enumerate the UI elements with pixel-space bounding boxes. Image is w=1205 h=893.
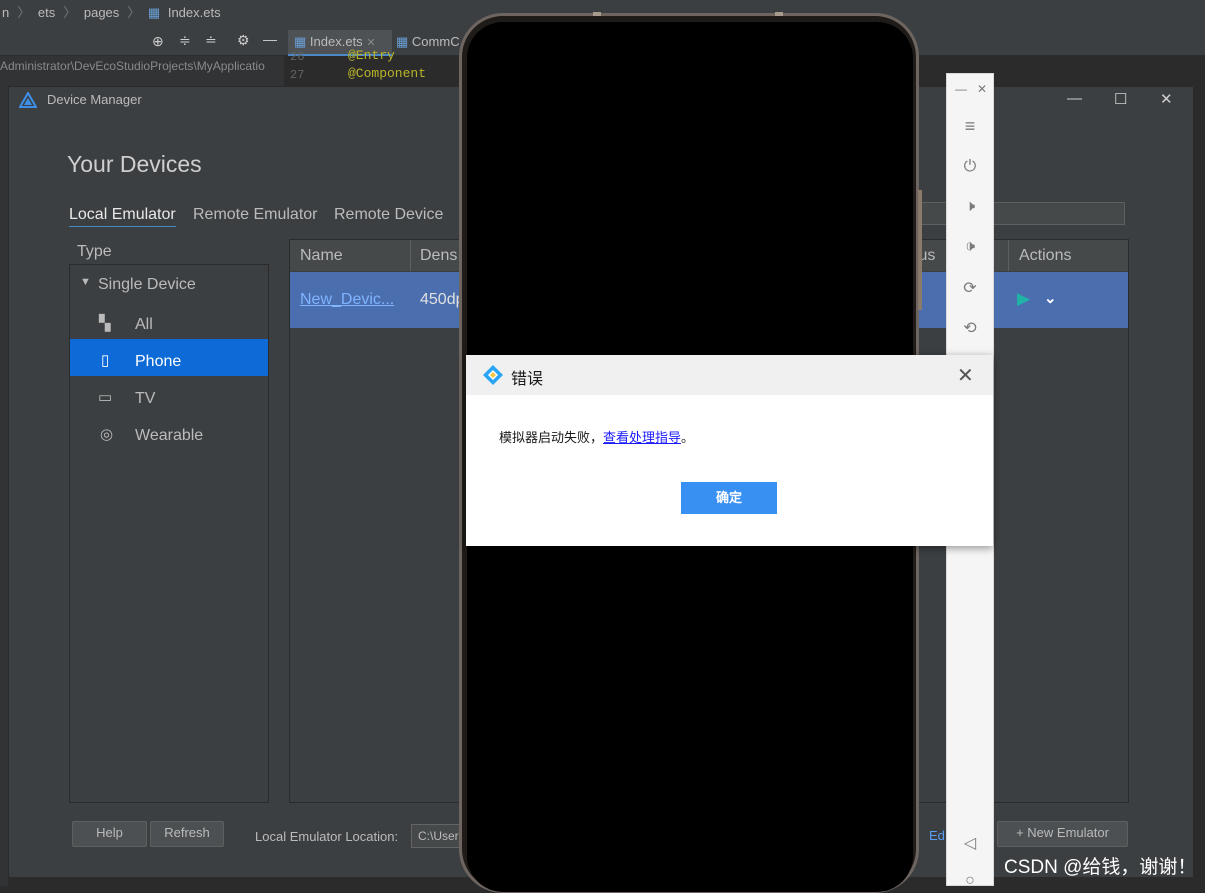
column-actions[interactable]: Actions — [1019, 240, 1071, 271]
watermark: CSDN @给钱，谢谢！ — [1004, 857, 1197, 878]
phone-icon: ▯ — [101, 352, 110, 369]
chevron-right-icon: 〉 — [127, 5, 141, 20]
refresh-button[interactable]: Refresh — [150, 821, 224, 847]
code-line: @Component — [348, 66, 427, 81]
close-icon[interactable]: ✕ — [970, 82, 994, 96]
rotate-left-icon[interactable]: ⟲ — [958, 318, 982, 338]
power-icon[interactable]: ⏻ — [958, 158, 982, 176]
deveco-logo-icon — [19, 92, 37, 108]
file-icon: ▦ — [147, 5, 161, 20]
ide-right-strip — [1194, 86, 1205, 886]
expand-icon[interactable]: ≑ — [179, 32, 191, 49]
tab-remote-emulator[interactable]: Remote Emulator — [193, 206, 318, 224]
file-icon: ▦ — [396, 34, 409, 49]
phone-side-button — [918, 190, 922, 310]
tree-item-all[interactable]: All — [135, 316, 153, 334]
app-logo-icon — [483, 365, 503, 385]
dialog-header — [466, 355, 993, 395]
menu-icon[interactable]: ≡ — [958, 116, 982, 137]
new-emulator-button[interactable]: + New Emulator — [997, 821, 1128, 847]
line-number: 27 — [290, 68, 305, 82]
watch-icon: ◎ — [100, 426, 114, 443]
phone-button — [775, 12, 783, 16]
close-icon[interactable]: ✕ — [957, 363, 974, 388]
volume-up-icon[interactable]: 🕨 — [958, 198, 982, 216]
volume-down-icon[interactable]: 🕩 — [958, 238, 982, 256]
column-divider — [410, 240, 411, 271]
tree-group-single-device[interactable]: Single Device — [98, 276, 196, 294]
line-number: 26 — [290, 50, 305, 64]
chevron-right-icon: 〉 — [17, 5, 31, 20]
tv-icon: ▭ — [98, 389, 113, 406]
column-density[interactable]: Dens — [420, 240, 457, 271]
device-density: 450dp — [420, 291, 465, 308]
collapse-icon[interactable]: ≐ — [205, 32, 217, 49]
tab-label: Index.ets — [309, 34, 363, 49]
location-label: Local Emulator Location: — [255, 829, 399, 844]
tree-item-wearable[interactable]: Wearable — [135, 427, 203, 445]
minimize-icon[interactable]: — — [1067, 90, 1082, 107]
tab-local-emulator[interactable]: Local Emulator — [69, 206, 176, 227]
dialog-title: 错误 — [511, 371, 544, 388]
type-header: Type — [69, 239, 269, 265]
column-divider — [1008, 240, 1009, 271]
home-icon[interactable]: ○ — [958, 872, 982, 890]
breadcrumb-item[interactable]: pages — [84, 5, 119, 20]
breadcrumb-item[interactable]: n — [2, 5, 9, 20]
path-text: Administrator\DevEcoStudioProjects\MyApp… — [0, 59, 265, 73]
breadcrumb-item[interactable]: Index.ets — [168, 5, 221, 20]
ide-left-strip — [0, 86, 8, 886]
page-title: Your Devices — [67, 151, 202, 177]
code-line: @Entry — [348, 48, 395, 63]
message-end: 。 — [681, 430, 695, 445]
minimize-panel-icon[interactable]: — — [263, 31, 277, 47]
close-icon[interactable]: ✕ — [1160, 90, 1173, 108]
tab-remote-device[interactable]: Remote Device — [334, 206, 443, 224]
back-icon[interactable]: ◁ — [958, 833, 982, 853]
ok-button[interactable]: 确定 — [681, 482, 777, 514]
phone-button — [593, 12, 601, 16]
file-icon: ▦ — [294, 34, 307, 49]
tab-commc[interactable]: ▦ CommC — [390, 30, 468, 54]
project-path: Administrator\DevEcoStudioProjects\MyApp… — [0, 56, 284, 86]
column-name[interactable]: Name — [300, 240, 343, 271]
apps-icon: ▚ — [99, 315, 111, 332]
rotate-icon[interactable]: ⟳ — [958, 278, 982, 298]
maximize-icon[interactable]: ☐ — [1114, 90, 1127, 108]
breadcrumb-item[interactable]: ets — [38, 5, 55, 20]
triangle-down-icon[interactable]: ▼ — [80, 276, 91, 288]
gear-icon[interactable]: ⚙ — [237, 32, 250, 49]
play-icon[interactable]: ▶ — [1017, 289, 1030, 309]
window-title: Device Manager — [47, 92, 142, 107]
code-editor[interactable]: 26 27 @Entry @Component — [284, 48, 474, 86]
chevron-right-icon: 〉 — [63, 5, 77, 20]
device-name-link[interactable]: New_Devic... — [300, 291, 394, 309]
tree-item-phone[interactable]: Phone — [135, 353, 181, 371]
tab-label: CommC — [411, 34, 460, 49]
guide-link[interactable]: 查看处理指导 — [603, 430, 681, 445]
message-text: 模拟器启动失败， — [499, 430, 604, 445]
tree-item-tv[interactable]: TV — [135, 390, 155, 408]
edit-link[interactable]: Ed — [929, 828, 945, 843]
target-icon[interactable]: ⊕ — [152, 33, 164, 50]
help-button[interactable]: Help — [72, 821, 147, 847]
chevron-down-icon[interactable]: ⌄ — [1044, 289, 1057, 307]
dialog-message: 模拟器启动失败，查看处理指导。 — [499, 427, 694, 446]
